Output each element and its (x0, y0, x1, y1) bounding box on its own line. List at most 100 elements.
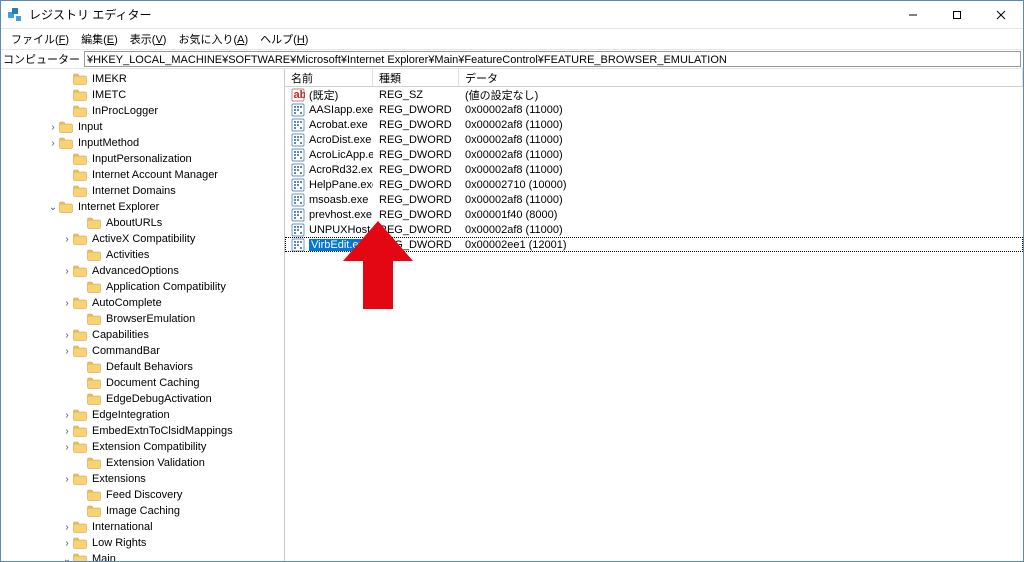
expand-icon[interactable]: › (61, 330, 73, 341)
expand-icon[interactable]: › (61, 442, 73, 453)
expand-icon[interactable]: › (61, 234, 73, 245)
value-row[interactable]: Acrobat.exeREG_DWORD0x00002af8 (11000) (285, 117, 1023, 132)
expand-icon[interactable]: › (61, 346, 73, 357)
tree-item[interactable]: ›Internet Account Manager (61, 167, 284, 183)
value-data: 0x00002af8 (11000) (459, 224, 1023, 236)
tree-item[interactable]: ›InProcLogger (61, 103, 284, 119)
tree-item-label: EdgeDebugActivation (104, 393, 214, 405)
menu-favorites[interactable]: お気に入り(A) (172, 29, 254, 49)
tree-item-label: Extension Validation (104, 457, 207, 469)
tree-item[interactable]: ›CommandBar (61, 343, 284, 359)
tree-item[interactable]: ›ActiveX Compatibility (61, 231, 284, 247)
expand-icon[interactable]: › (47, 138, 59, 149)
value-row[interactable]: msoasb.exeREG_DWORD0x00002af8 (11000) (285, 192, 1023, 207)
tree-item[interactable]: ›Extension Compatibility (61, 439, 284, 455)
value-data: 0x00002710 (10000) (459, 179, 1023, 191)
value-name: AASIapp.exe (309, 104, 373, 116)
tree-item-label: InputPersonalization (90, 153, 194, 165)
tree-item[interactable]: › Low Rights (61, 535, 284, 551)
tree-item[interactable]: ›IMETC (61, 87, 284, 103)
value-row[interactable]: AcroLicApp.exeREG_DWORD0x00002af8 (11000… (285, 147, 1023, 162)
dword-value-icon (291, 223, 305, 237)
tree-item-label: Internet Account Manager (90, 169, 220, 181)
expand-icon[interactable]: › (61, 266, 73, 277)
value-list[interactable]: 名前 種類 データ (既定)REG_SZ(値の設定なし)AASIapp.exeR… (285, 69, 1023, 561)
tree-item[interactable]: ⌄Main (61, 551, 284, 561)
value-row[interactable]: AcroDist.exeREG_DWORD0x00002af8 (11000) (285, 132, 1023, 147)
minimize-button[interactable] (891, 1, 935, 28)
tree-item[interactable]: ›AdvancedOptions (61, 263, 284, 279)
folder-icon (87, 393, 101, 405)
value-row[interactable]: HelpPane.exeREG_DWORD0x00002710 (10000) (285, 177, 1023, 192)
tree-item[interactable]: ›Extensions (61, 471, 284, 487)
folder-icon (73, 409, 87, 421)
tree-item[interactable]: ›Activities (75, 247, 284, 263)
tree-item[interactable]: ›Internet Domains (61, 183, 284, 199)
menu-file[interactable]: ファイル(F) (5, 29, 75, 49)
tree-item[interactable]: ⌄Internet Explorer (47, 199, 284, 215)
tree-item[interactable]: ›AutoComplete (61, 295, 284, 311)
value-data: 0x00002af8 (11000) (459, 194, 1023, 206)
value-row[interactable]: (既定)REG_SZ(値の設定なし) (285, 87, 1023, 102)
column-type[interactable]: 種類 (373, 69, 459, 86)
tree-item[interactable]: › Input (47, 119, 284, 135)
value-type: REG_DWORD (373, 134, 459, 146)
value-data: 0x00002af8 (11000) (459, 119, 1023, 131)
value-row[interactable]: prevhost.exeREG_DWORD0x00001f40 (8000) (285, 207, 1023, 222)
tree-item[interactable]: ›International (61, 519, 284, 535)
expand-icon[interactable]: › (61, 538, 73, 549)
folder-icon (73, 329, 87, 341)
menu-view[interactable]: 表示(V) (124, 29, 173, 49)
tree-item[interactable]: ›InputPersonalization (61, 151, 284, 167)
address-bar: コンピューター ¥HKEY_LOCAL_MACHINE¥SOFTWARE¥Mic… (1, 49, 1023, 69)
tree-item[interactable]: ›AboutURLs (75, 215, 284, 231)
tree-item[interactable]: ›Document Caching (75, 375, 284, 391)
value-type: REG_DWORD (373, 149, 459, 161)
expand-icon[interactable]: › (47, 122, 59, 133)
tree-item[interactable]: ›BrowserEmulation (75, 311, 284, 327)
expand-icon[interactable]: › (61, 522, 73, 533)
tree-item[interactable]: ›Default Behaviors (75, 359, 284, 375)
folder-icon (87, 457, 101, 469)
folder-icon (73, 297, 87, 309)
value-name: VirbEdit.exe (309, 239, 372, 251)
value-row[interactable]: UNPUXHost.exeREG_DWORD0x00002af8 (11000) (285, 222, 1023, 237)
value-type: REG_DWORD (373, 239, 459, 251)
dword-value-icon (291, 163, 305, 177)
expand-icon[interactable]: › (61, 426, 73, 437)
expand-icon[interactable]: › (61, 298, 73, 309)
address-input[interactable]: ¥HKEY_LOCAL_MACHINE¥SOFTWARE¥Microsoft¥I… (84, 51, 1021, 67)
folder-icon (59, 201, 73, 213)
tree-item[interactable]: ›IMEKR (61, 71, 284, 87)
tree-item-label: Low Rights (90, 537, 148, 549)
folder-icon (73, 473, 87, 485)
value-data: 0x00002af8 (11000) (459, 164, 1023, 176)
tree-item[interactable]: ›Image Caching (75, 503, 284, 519)
menu-help[interactable]: ヘルプ(H) (254, 29, 314, 49)
tree-item[interactable]: ›EdgeIntegration (61, 407, 284, 423)
tree-item[interactable]: ›EmbedExtnToClsidMappings (61, 423, 284, 439)
tree-item[interactable]: ›Extension Validation (75, 455, 284, 471)
value-row[interactable]: AcroRd32.exeREG_DWORD0x00002af8 (11000) (285, 162, 1023, 177)
expand-icon[interactable]: › (61, 410, 73, 421)
close-button[interactable] (979, 1, 1023, 28)
tree-item[interactable]: ›InputMethod (47, 135, 284, 151)
column-name[interactable]: 名前 (285, 69, 373, 86)
value-name: UNPUXHost.exe (309, 224, 373, 236)
tree-item[interactable]: ›Application Compatibility (75, 279, 284, 295)
app-icon (7, 7, 23, 23)
folder-icon (73, 105, 87, 117)
value-row[interactable]: AASIapp.exeREG_DWORD0x00002af8 (11000) (285, 102, 1023, 117)
tree-item[interactable]: ›Feed Discovery (75, 487, 284, 503)
tree-item[interactable]: ›Capabilities (61, 327, 284, 343)
collapse-icon[interactable]: ⌄ (61, 554, 73, 562)
menu-edit[interactable]: 編集(E) (75, 29, 124, 49)
tree-item-label: Input (76, 121, 104, 133)
tree-item[interactable]: ›EdgeDebugActivation (75, 391, 284, 407)
collapse-icon[interactable]: ⌄ (47, 202, 59, 213)
maximize-button[interactable] (935, 1, 979, 28)
value-row[interactable]: VirbEdit.exeREG_DWORD0x00002ee1 (12001) (285, 237, 1023, 252)
tree-view[interactable]: ›IMEKR›IMETC›InProcLogger›Input›InputMet… (1, 69, 285, 561)
expand-icon[interactable]: › (61, 474, 73, 485)
column-data[interactable]: データ (459, 69, 1023, 86)
